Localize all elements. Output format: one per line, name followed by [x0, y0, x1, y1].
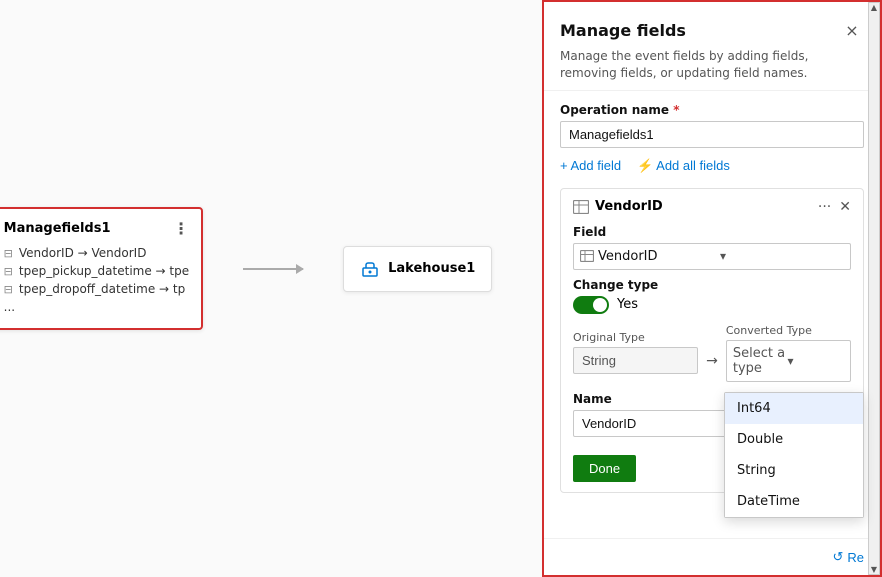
- field-card-close-button[interactable]: ✕: [839, 199, 851, 215]
- field-card-header: VendorID ··· ✕: [573, 199, 851, 215]
- dropdown-item-datetime[interactable]: DateTime: [725, 486, 863, 517]
- node-more-rows: ...: [4, 300, 189, 314]
- scroll-up[interactable]: ▲: [869, 3, 879, 12]
- field-chevron-icon: ▾: [720, 244, 842, 268]
- reset-button[interactable]: ↺ Re: [832, 549, 864, 565]
- node-row-3: ⊟ tpep_dropoff_datetime → tp: [4, 282, 189, 296]
- change-type-label: Change type: [573, 278, 851, 292]
- dropdown-item-int64[interactable]: Int64: [725, 393, 863, 424]
- add-all-fields-button[interactable]: ⚡ Add all fields: [637, 158, 730, 174]
- panel-footer: ↺ Re ▲ ▼: [544, 538, 880, 575]
- field-card-title: VendorID: [573, 199, 663, 214]
- field-card-more-button[interactable]: ···: [818, 199, 831, 215]
- operation-name-label: Operation name *: [560, 103, 864, 117]
- done-button[interactable]: Done: [573, 455, 636, 482]
- dropdown-item-double[interactable]: Double: [725, 424, 863, 455]
- managefields-node[interactable]: Managefields1 ⋮ ⊟ VendorID → VendorID ⊟ …: [0, 207, 203, 330]
- field-select-icon: [580, 250, 594, 262]
- panel-header: Manage fields × Manage the event fields …: [544, 2, 880, 91]
- scrollbar[interactable]: ▲ ▼: [868, 2, 880, 575]
- arrow-line: [243, 268, 303, 270]
- operation-name-input[interactable]: [560, 121, 864, 148]
- row-table-icon-3: ⊟: [4, 283, 13, 296]
- converted-type-select[interactable]: Select a type ▾: [726, 340, 851, 382]
- converted-chevron-icon: ▾: [787, 349, 842, 373]
- field-card-table-icon: [573, 200, 589, 214]
- required-indicator: *: [673, 103, 679, 117]
- change-type-value: Yes: [617, 297, 638, 312]
- field-select[interactable]: VendorID ▾: [573, 243, 851, 270]
- node-row-1: ⊟ VendorID → VendorID: [4, 246, 189, 260]
- change-type-toggle[interactable]: [573, 296, 609, 314]
- reset-icon: ↺: [832, 549, 843, 565]
- converted-type-box: Converted Type Select a type ▾: [726, 324, 851, 382]
- panel-title: Manage fields: [560, 21, 686, 40]
- dropdown-item-string[interactable]: String: [725, 455, 863, 486]
- field-label: Field: [573, 225, 851, 239]
- row-table-icon-1: ⊟: [4, 247, 13, 260]
- original-type-label: Original Type: [573, 331, 698, 344]
- node-more-icon[interactable]: ⋮: [173, 219, 189, 238]
- lakehouse-icon: [360, 259, 380, 279]
- field-card-actions: ··· ✕: [818, 199, 851, 215]
- lakehouse-node[interactable]: Lakehouse1: [343, 246, 492, 292]
- row-label-1: VendorID → VendorID: [19, 246, 147, 260]
- row-label-2: tpep_pickup_datetime → tpe: [19, 264, 189, 278]
- reset-label: Re: [847, 550, 864, 565]
- type-arrow-icon: →: [706, 353, 718, 369]
- more-label: ...: [4, 300, 15, 314]
- add-field-button[interactable]: + Add field: [560, 158, 621, 174]
- field-select-value: VendorID: [598, 244, 720, 269]
- manage-panel: Manage fields × Manage the event fields …: [542, 0, 882, 577]
- panel-description: Manage the event fields by adding fields…: [560, 48, 864, 82]
- converted-type-label: Converted Type: [726, 324, 851, 337]
- original-type-input: [573, 347, 698, 374]
- type-conversion-row: Original Type → Converted Type Select a …: [573, 324, 851, 382]
- action-row: + Add field ⚡ Add all fields: [560, 158, 864, 174]
- field-card-name: VendorID: [595, 199, 663, 214]
- type-dropdown[interactable]: Int64 Double String DateTime: [724, 392, 864, 518]
- converted-type-placeholder: Select a type: [733, 341, 788, 381]
- node-row-2: ⊟ tpep_pickup_datetime → tpe: [4, 264, 189, 278]
- lakehouse-title: Lakehouse1: [388, 261, 475, 276]
- change-type-row: Yes: [573, 296, 851, 314]
- original-type-box: Original Type: [573, 331, 698, 374]
- canvas-area: Managefields1 ⋮ ⊟ VendorID → VendorID ⊟ …: [0, 0, 542, 577]
- row-label-3: tpep_dropoff_datetime → tp: [19, 282, 185, 296]
- row-table-icon-2: ⊟: [4, 265, 13, 278]
- scroll-down[interactable]: ▼: [869, 565, 879, 574]
- arrow-connector: [243, 268, 303, 270]
- panel-close-button[interactable]: ×: [840, 18, 864, 42]
- node-title: Managefields1: [4, 221, 111, 236]
